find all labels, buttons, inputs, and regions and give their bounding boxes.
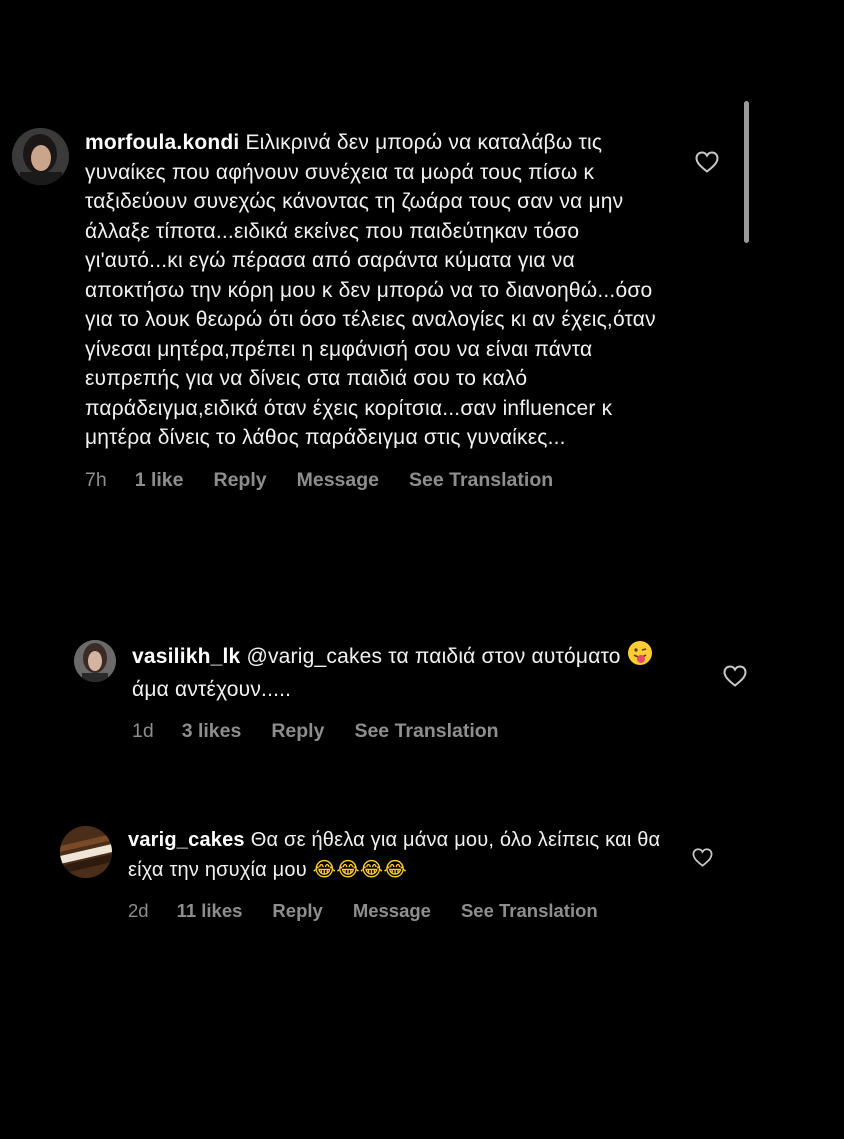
comment-meta: 7h 1 like Reply Message See Translation <box>85 469 672 492</box>
see-translation-button[interactable]: See Translation <box>461 900 598 922</box>
comment-username[interactable]: varig_cakes <box>128 829 245 851</box>
comment-time: 1d <box>132 720 154 742</box>
message-button[interactable]: Message <box>353 900 431 922</box>
laughing-emojis: 😂😂😂😂 <box>312 857 407 881</box>
comment-meta: 2d 11 likes Reply Message See Translatio… <box>128 900 680 922</box>
avatar[interactable] <box>12 128 69 185</box>
comment-time: 7h <box>85 468 107 491</box>
see-translation-button[interactable]: See Translation <box>409 469 553 492</box>
see-translation-button[interactable]: See Translation <box>354 720 498 743</box>
likes-count[interactable]: 1 like <box>135 469 184 492</box>
reply-button[interactable]: Reply <box>214 469 267 492</box>
comment-username[interactable]: morfoula.kondi <box>85 131 239 154</box>
heart-outline-icon[interactable] <box>692 848 713 867</box>
comment-time: 2d <box>128 900 149 921</box>
reply-button[interactable]: Reply <box>271 720 324 743</box>
comment-text: morfoula.kondi Ειλικρινά δεν μπορώ να κατ… <box>85 128 672 453</box>
comment-username[interactable]: vasilikh_lk <box>132 645 240 668</box>
avatar-photo <box>12 128 69 185</box>
heart-outline-icon[interactable] <box>695 151 719 173</box>
likes-count[interactable]: 11 likes <box>177 900 243 922</box>
likes-count[interactable]: 3 likes <box>182 720 242 743</box>
comment-item: vasilikh_lk @varig_cakes τα παιδιά στον α… <box>74 640 684 743</box>
avatar[interactable] <box>60 826 112 878</box>
avatar-photo <box>74 640 116 682</box>
comment-item: morfoula.kondi Ειλικρινά δεν μπορώ να κατ… <box>12 128 672 492</box>
scrollbar[interactable] <box>744 101 749 243</box>
tongue-emoji <box>627 640 653 675</box>
comment-meta: 1d 3 likes Reply See Translation <box>132 720 684 743</box>
heart-outline-icon[interactable] <box>723 665 747 687</box>
comment-body: Ειλικρινά δεν μπορώ να καταλάβω τις γυνα… <box>85 131 656 449</box>
comment-body-continued: άμα αντέχουν..... <box>132 677 292 701</box>
reply-button[interactable]: Reply <box>272 900 322 922</box>
comment-item: varig_cakes Θα σε ήθελα για μάνα μου, όλο… <box>60 826 680 922</box>
tongue-emoji-icon <box>627 641 652 665</box>
message-button[interactable]: Message <box>297 469 379 492</box>
comment-text: vasilikh_lk @varig_cakes τα παιδιά στον α… <box>132 640 684 704</box>
avatar-photo <box>60 826 112 878</box>
comment-text: varig_cakes Θα σε ήθελα για μάνα μου, όλο… <box>128 826 680 885</box>
avatar[interactable] <box>74 640 116 682</box>
comment-body: @varig_cakes τα παιδιά στον αυτόματο <box>246 644 621 668</box>
